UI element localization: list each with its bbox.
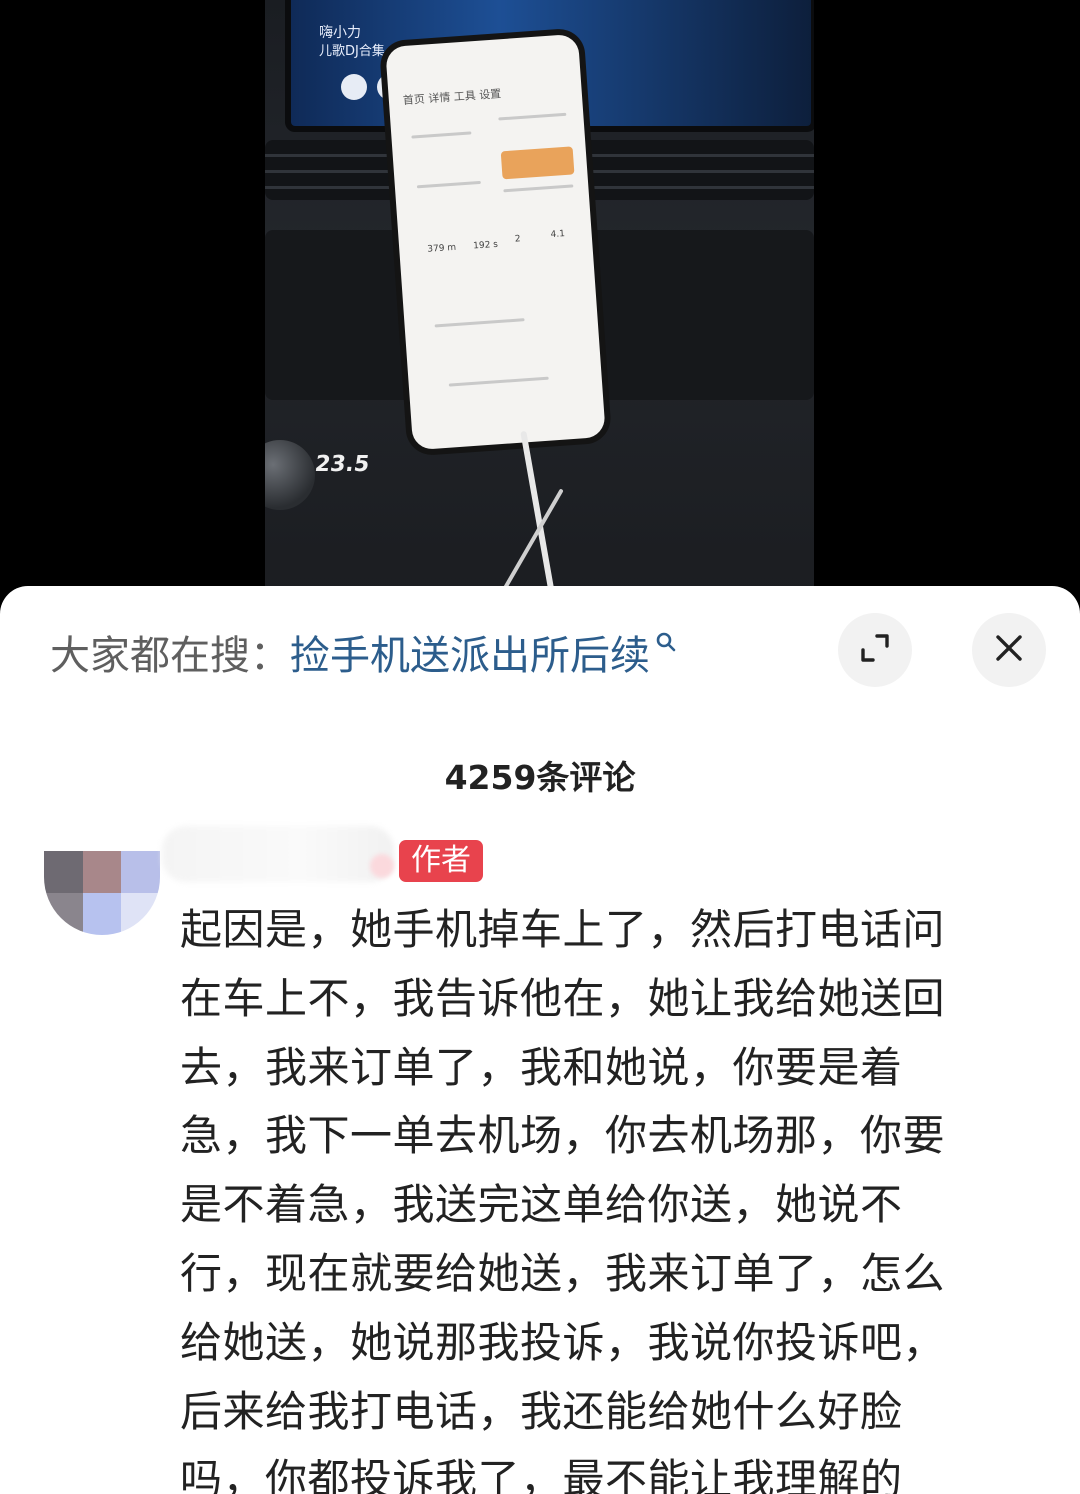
comment-line: 去，我来订单了，我和她说，你要是着 <box>180 1042 903 1092</box>
climate-knob <box>265 440 315 510</box>
video-player[interactable]: 嗨小力 儿歌DJ合集 (DJ串烧... 23.5 首页 详情 工具 设置 379… <box>0 0 1080 600</box>
expand-icon <box>858 631 892 669</box>
comment-line: 后来给我打电话，我还能给她什么好脸 <box>180 1386 903 1436</box>
comment-line: 是不着急，我送完这单给你送，她说不 <box>180 1180 903 1230</box>
comments-sheet: 大家都在搜： 捡手机送派出所后续 4259条评论 作者 起因是，她手机掉车上了，… <box>0 586 1080 1494</box>
phone-stat: 2 <box>514 234 521 245</box>
video-frame[interactable]: 嗨小力 儿歌DJ合集 (DJ串烧... 23.5 首页 详情 工具 设置 379… <box>265 0 814 600</box>
close-icon <box>994 633 1024 667</box>
username-blur <box>370 854 394 878</box>
comment-line: 起因是，她手机掉车上了，然后打电话问 <box>180 905 946 954</box>
phone-screen: 首页 详情 工具 设置 379 m 192 s 2 4.1 <box>385 33 606 451</box>
comment-line: 行，现在就要给她送，我来订单了，怎么 <box>180 1248 946 1298</box>
comment-text[interactable]: 起因是，她手机掉车上了，然后打电话问 在车上不，我告诉他在，她让我给她送回 去，… <box>180 896 996 1494</box>
phone-stat: 379 m <box>427 242 457 255</box>
comment-line: 急，我下一单去机场，你去机场那，你要 <box>180 1111 946 1161</box>
expand-button[interactable] <box>838 613 912 687</box>
phone-tabs: 首页 详情 工具 设置 <box>402 87 502 108</box>
username[interactable] <box>162 826 394 882</box>
phone-stat: 192 s <box>472 239 499 252</box>
trending-search[interactable]: 大家都在搜： 捡手机送派出所后续 <box>50 622 678 682</box>
close-button[interactable] <box>972 613 1046 687</box>
search-icon[interactable] <box>654 618 678 664</box>
car-temperature: 23.5 <box>313 452 372 477</box>
comment-line: 吗，你都投诉我了，最不能让我理解的 <box>180 1455 903 1494</box>
author-badge: 作者 <box>399 840 483 882</box>
charging-cable <box>520 430 556 600</box>
phone-stat: 4.1 <box>550 229 566 241</box>
trending-search-prefix: 大家都在搜： <box>50 633 290 679</box>
phone-card <box>500 146 575 180</box>
comment-line: 在车上不，我告诉他在，她让我给她送回 <box>180 973 946 1023</box>
avatar[interactable] <box>44 851 160 935</box>
prev-track-icon <box>341 74 367 100</box>
trending-search-term[interactable]: 捡手机送派出所后续 <box>290 623 650 681</box>
comment-count: 4259条评论 <box>444 758 636 797</box>
dash-song-title: 嗨小力 <box>319 25 361 41</box>
comment-line: 给她送，她说那我投诉，我说你投诉吧， <box>180 1317 946 1367</box>
phone-in-holder: 首页 详情 工具 设置 379 m 192 s 2 4.1 <box>378 27 613 457</box>
